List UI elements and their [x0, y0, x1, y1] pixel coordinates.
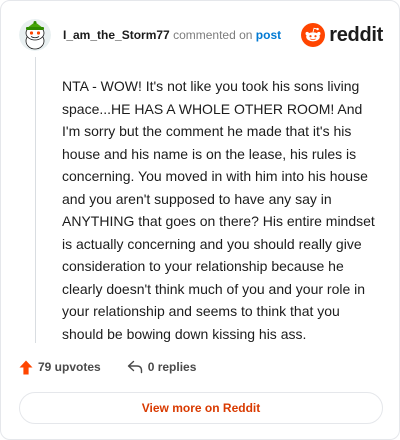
user-avatar[interactable]	[19, 19, 51, 51]
author-name[interactable]: I_am_the_Storm77	[63, 28, 170, 42]
reddit-logo[interactable]: reddit	[301, 23, 383, 47]
upvote-arrow-icon	[19, 360, 33, 374]
snoo-avatar-icon	[19, 19, 51, 51]
upvotes-stat[interactable]: 79 upvotes	[19, 360, 101, 375]
reddit-logo-icon	[301, 23, 326, 47]
thread-line	[35, 57, 36, 343]
comment-footer: 79 upvotes 0 replies	[19, 357, 196, 377]
post-link[interactable]: post	[256, 28, 281, 42]
commented-on-text: commented on	[173, 28, 253, 42]
replies-count: 0 replies	[147, 360, 197, 374]
comment-header: I_am_the_Storm77 commented on post reddi…	[19, 17, 383, 53]
replies-stat[interactable]: 0 replies	[127, 360, 197, 374]
reply-arrow-icon	[127, 360, 142, 374]
embedded-comment-card: I_am_the_Storm77 commented on post reddi…	[0, 0, 400, 440]
comment-body: NTA - WOW! It's not like you took his so…	[62, 78, 375, 342]
upvotes-count: 79 upvotes	[38, 360, 101, 374]
reddit-wordmark: reddit	[329, 23, 383, 46]
author-line: I_am_the_Storm77 commented on post	[63, 28, 301, 42]
view-more-on-reddit-button[interactable]: View more on Reddit	[19, 392, 383, 424]
